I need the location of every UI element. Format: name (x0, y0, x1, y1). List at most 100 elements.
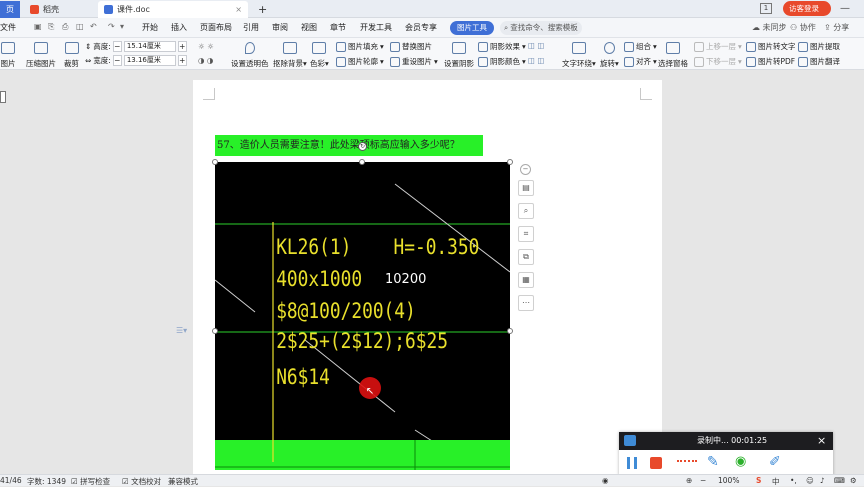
new-tab-button[interactable]: + (252, 1, 273, 18)
tab-daoke[interactable]: 稻壳 (24, 1, 96, 18)
ime-settings-icon[interactable]: ⚙ (850, 476, 857, 485)
width-increase[interactable]: + (177, 55, 187, 66)
page-indicator[interactable]: 41/46 (0, 476, 22, 485)
shadow-nudge-icons[interactable]: ◫ ◫ (528, 41, 545, 50)
resize-handle-top-left[interactable] (212, 159, 218, 165)
shadow-color-button[interactable]: 阴影颜色 ▾ (478, 56, 526, 67)
menu-start[interactable]: 开始 (142, 22, 158, 33)
ime-mode[interactable]: 中 (772, 476, 780, 487)
resize-handle-left[interactable] (212, 328, 218, 334)
image-to-pdf-button[interactable]: 图片转PDF (746, 56, 795, 67)
resize-handle-top-right[interactable] (507, 159, 513, 165)
sync-status[interactable]: ☁ 未同步 (752, 22, 787, 33)
save-icon[interactable]: ▣ (34, 22, 42, 31)
keyboard-icon[interactable]: ⌨ (834, 476, 845, 485)
selection-pane-button[interactable]: 选择窗格 (658, 42, 688, 69)
set-shadow-button[interactable]: 设置阴影 (444, 42, 474, 69)
bring-forward-button[interactable]: 上移一层 ▾ (694, 41, 742, 52)
crop-tool-icon[interactable]: ⌗ (518, 226, 534, 242)
tab-document[interactable]: 课件.doc × (98, 1, 248, 18)
question-text[interactable]: 57、造价人员需要注意！此处梁顶标高应输入多少呢？ (215, 135, 483, 156)
image-translate-button[interactable]: 图片翻译 (798, 56, 840, 67)
recorder-close-button[interactable]: × (817, 432, 826, 450)
shadow-effect-button[interactable]: 阴影效果 ▾ (478, 41, 526, 52)
camera-overlay-icon[interactable]: ◉ (735, 454, 746, 469)
redo-icon[interactable]: ↷ (108, 22, 115, 31)
tab-picture-tools[interactable]: 图片工具 (450, 21, 494, 35)
export-icon[interactable]: ⎘ (48, 22, 54, 32)
punctuation-icon[interactable]: •, (790, 476, 797, 485)
tab-close-icon[interactable]: × (235, 5, 242, 14)
align-button[interactable]: 对齐 ▾ (624, 56, 657, 67)
login-button[interactable]: 访客登录 (783, 1, 831, 16)
record-region-icon[interactable] (677, 460, 697, 462)
print-icon[interactable]: ⎙ (62, 22, 68, 32)
minimize-icon[interactable]: — (838, 2, 852, 16)
image-extract-tool-icon[interactable]: ▦ (518, 272, 534, 288)
brightness-up-icon[interactable]: ☼ ☼ (198, 42, 214, 51)
rotate-button[interactable]: 旋转▾ (600, 42, 619, 69)
preview-icon[interactable]: ◫ (76, 22, 84, 31)
layout-options-icon[interactable]: ▤ (518, 180, 534, 196)
height-increase[interactable]: + (177, 41, 187, 52)
shadow-toggle-icons[interactable]: ◫ ◫ (528, 56, 545, 65)
zoom-out-icon[interactable]: − (700, 476, 706, 485)
width-input[interactable]: 13.16厘米 (123, 55, 176, 66)
rotate-handle-icon[interactable]: ↻ (358, 142, 367, 151)
resize-handle-top[interactable] (359, 159, 365, 165)
emoji-icon[interactable]: ☺ (806, 476, 814, 485)
height-decrease[interactable]: − (112, 41, 122, 52)
word-count[interactable]: 字数: 1349 (27, 476, 66, 487)
color-button[interactable]: 色彩▾ (310, 42, 329, 69)
picture-fill-button[interactable]: 图片填充 ▾ (336, 41, 384, 52)
group-button[interactable]: 组合 ▾ (624, 41, 657, 52)
height-input[interactable]: 15.14厘米 (123, 41, 176, 52)
collab-button[interactable]: ⚇ 协作 (790, 22, 816, 33)
menu-chapter[interactable]: 章节 (330, 22, 346, 33)
image-to-text-button[interactable]: 图片转文字 (746, 41, 796, 52)
width-decrease[interactable]: − (112, 55, 122, 66)
mic-icon[interactable]: ♪ (820, 476, 825, 485)
zoom-icon[interactable]: ⌕ (518, 203, 534, 219)
menu-layout[interactable]: 页面布局 (200, 22, 232, 33)
replace-picture-button[interactable]: 替换图片 (390, 41, 432, 52)
eye-icon[interactable]: ◉ (602, 476, 609, 485)
menu-file[interactable]: 文件 (0, 22, 16, 33)
tab-home[interactable]: 页 (0, 1, 20, 18)
paragraph-marker-icon[interactable]: ☰▾ (176, 326, 187, 335)
menu-member[interactable]: 会员专享 (405, 22, 437, 33)
web-layout-icon[interactable]: ⊕ (686, 476, 692, 485)
set-transparent-button[interactable]: 设置透明色 (231, 42, 269, 69)
send-backward-button[interactable]: 下移一层 ▾ (694, 56, 742, 67)
menu-reference[interactable]: 引用 (243, 22, 259, 33)
sogou-ime-icon[interactable]: S (756, 476, 761, 485)
lock-ratio-icon[interactable]: ⇕ (85, 42, 91, 51)
contrast-icon[interactable]: ◑ ◑ (198, 56, 213, 65)
reset-picture-button[interactable]: 重设图片 ▾ (390, 56, 438, 67)
copy-image-icon[interactable]: ⧉ (518, 249, 534, 265)
resize-handle-right[interactable] (507, 328, 513, 334)
draw-icon[interactable]: ✐ (769, 454, 781, 470)
spell-check[interactable]: ☑ 拼写检查 (71, 476, 110, 487)
cad-drawing-image[interactable]: KL26(1) H=-0.350 400x1000 $8@100/200(4) … (215, 162, 510, 470)
picture-outline-button[interactable]: 图片轮廓 ▾ (336, 56, 384, 67)
menu-developer[interactable]: 开发工具 (360, 22, 392, 33)
pen-icon[interactable]: ✎ (707, 454, 719, 470)
more-options-icon[interactable]: ⋯ (518, 295, 534, 311)
share-button[interactable]: ⇪ 分享 (824, 22, 849, 33)
command-search[interactable]: ⌕ 查找命令、搜索模板 (500, 21, 582, 35)
menu-review[interactable]: 审阅 (272, 22, 288, 33)
undo-icon[interactable]: ↶ (90, 22, 97, 31)
window-count-badge[interactable]: 1 (760, 3, 772, 14)
stop-icon[interactable] (650, 457, 662, 469)
text-wrap-button[interactable]: 文字环绕▾ (562, 42, 596, 69)
crop-button[interactable]: 裁剪 (64, 42, 79, 69)
doc-proofread[interactable]: ☑ 文档校对 (122, 476, 161, 487)
zoom-level[interactable]: 100% (718, 476, 739, 485)
picture-button[interactable]: 图片 (0, 42, 16, 69)
menu-insert[interactable]: 插入 (171, 22, 187, 33)
image-extract-button[interactable]: 图片提取 (798, 41, 840, 52)
compress-picture-button[interactable]: 压缩图片 (26, 42, 56, 69)
remove-background-button[interactable]: 抠除背景▾ (273, 42, 307, 69)
pause-icon[interactable] (627, 457, 637, 469)
